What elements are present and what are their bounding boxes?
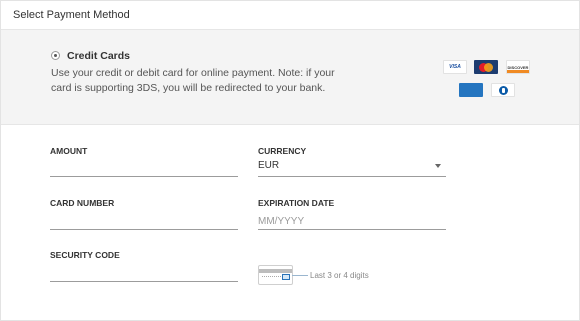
method-title: Credit Cards: [67, 50, 131, 62]
hint-connector: [292, 275, 308, 276]
card-number-underline: [50, 229, 238, 230]
currency-select[interactable]: EUR: [258, 160, 279, 171]
card-back-icon: [258, 265, 293, 285]
mastercard-logo-icon: [474, 60, 498, 74]
security-code-label: SECURITY CODE: [50, 250, 120, 260]
currency-label: CURRENCY: [258, 146, 307, 156]
chevron-down-icon[interactable]: [435, 164, 441, 168]
expiration-underline: [258, 229, 446, 230]
discover-logo-icon: DISCOVER: [506, 60, 530, 74]
amex-logo-icon: [459, 83, 483, 97]
credit-cards-radio[interactable]: [51, 51, 60, 60]
visa-logo-icon: VISA: [443, 60, 467, 74]
amount-underline: [50, 176, 238, 177]
panel-header: Select Payment Method: [1, 1, 579, 30]
amount-label: AMOUNT: [50, 146, 88, 156]
method-description: Use your credit or debit card for online…: [51, 67, 335, 94]
security-code-underline: [50, 281, 238, 282]
payment-method-credit-cards[interactable]: Credit Cards Use your credit or debit ca…: [1, 30, 579, 125]
expiration-label: EXPIRATION DATE: [258, 198, 335, 208]
diners-club-logo-icon: [491, 83, 515, 97]
security-code-hint: Last 3 or 4 digits: [310, 271, 369, 280]
card-number-label: CARD NUMBER: [50, 198, 115, 208]
currency-underline: [258, 176, 446, 177]
expiration-input[interactable]: MM/YYYY: [258, 216, 304, 227]
